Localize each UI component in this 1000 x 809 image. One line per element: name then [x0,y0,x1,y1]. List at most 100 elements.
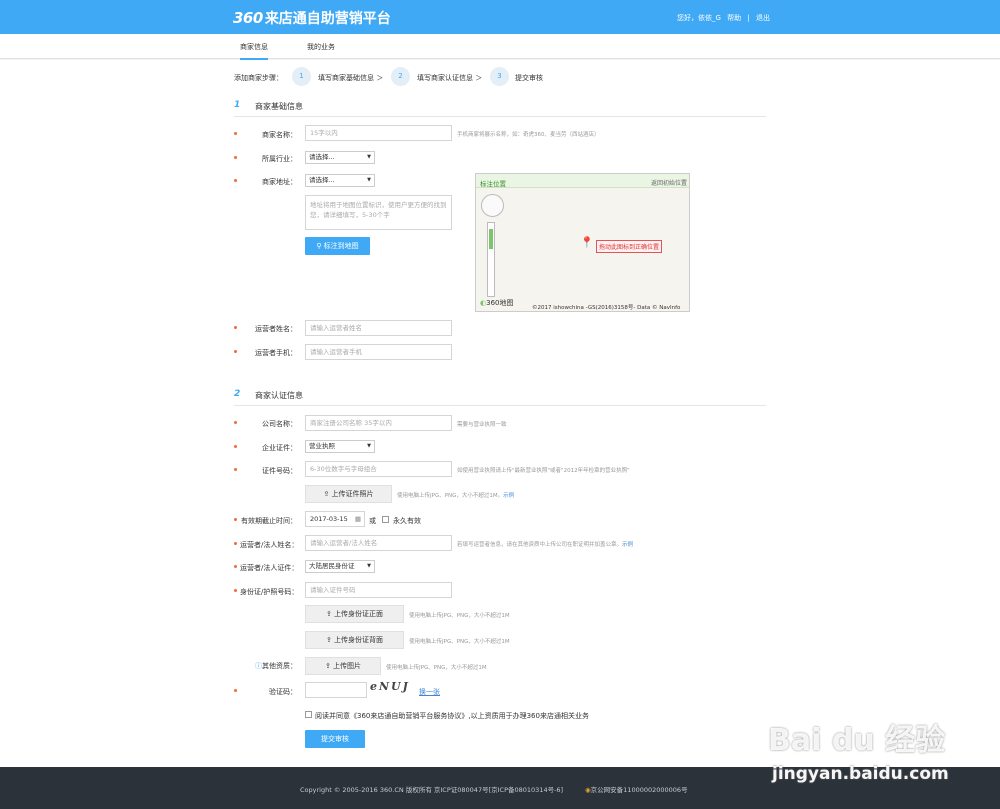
logo-360: 360 [233,9,263,27]
map-zoom-level [489,229,493,249]
address-detail-textarea[interactable]: 地址将用于地图位置标识，使用户更方便的找到您，请详细填写，5-30个字 [305,195,452,230]
chevron-down-icon: ▼ [367,563,371,569]
operator-phone-label: 运营者手机： [255,349,297,357]
map-zoom-slider[interactable] [487,222,495,297]
section-2-divider [234,405,766,406]
upload-icon: ⇪ [323,490,332,498]
required-dot [234,445,237,448]
merchant-name-label: 商家名称： [262,131,297,139]
step-2-circle: 2 [391,67,410,86]
legal-example-link[interactable]: 示例 [622,542,633,548]
cert-type-select[interactable]: 营业执照 ▼ [305,440,375,453]
cert-number-hint: 如使用营业执照请上传"最新营业执照"或者"2012年年检章的营业执照" [457,468,630,474]
merchant-name-hint: 手机商家将展示名称，如：奇虎360、麦当劳（西站酒店） [457,132,600,138]
merchant-name-input[interactable]: 15字以内 [305,125,452,141]
cert-number-label: 证件号码： [262,467,297,475]
industry-select[interactable]: 请选择... ▼ [305,151,375,164]
app-logo[interactable]: 360 来店通自助营销平台 [233,8,391,28]
captcha-input[interactable] [305,682,367,698]
section-2-number: 2 [234,389,241,399]
expiry-date-input[interactable]: 2017-03-15 ▦ [305,511,365,527]
user-bar: 您好，依依_G 帮助 | 退出 [677,13,774,23]
cert-example-link[interactable]: 示例 [503,493,514,499]
required-dot [234,421,237,424]
section-1-title: 商家基础信息 [255,102,303,111]
legal-cert-label: 运营者/法人证件： [240,564,299,572]
step-1-circle: 1 [292,67,311,86]
forever-label: 永久有效 [393,517,421,525]
step-3-label: 提交审核 [515,74,543,82]
required-dot [234,518,237,521]
cert-number-input[interactable]: 6-30位数字与字母组合 [305,461,452,477]
map-pan-control[interactable] [481,194,504,217]
calendar-icon[interactable]: ▦ [355,512,361,526]
tab-merchant-info[interactable]: 商家信息 [240,42,268,60]
legal-name-hint-text: 若填写运营者信息，请在其他资质中上传公司在职证明并加盖公章。 [457,542,623,548]
upload-id-back-label: 上传身份证背面 [334,636,384,644]
map-logo: ◐360地图 [480,298,513,308]
footer-police-text: 京公网安备11000002000006号 [590,786,688,794]
industry-value: 请选择... [309,153,335,161]
cert-type-value: 营业执照 [309,442,335,450]
legal-name-hint: 若填写运营者信息，请在其他资质中上传公司在职证明并加盖公章。示例 [457,540,633,548]
id-number-input[interactable]: 请输入证件号码 [305,582,452,598]
required-dot [234,156,237,159]
required-dot [234,542,237,545]
section-2-title: 商家认证信息 [255,391,303,400]
upload-other-hint: 使用电脑上传JPG、PNG，大小不超过1M [386,665,487,671]
other-qualification-label: ⓘ其他资质： [250,661,297,671]
upload-id-back-button[interactable]: ⇪ 上传身份证背面 [305,631,404,649]
upload-cert-button[interactable]: ⇪ 上传证件照片 [305,485,392,503]
captcha-refresh-link[interactable]: 换一张 [419,687,440,697]
operator-name-input[interactable]: 请输入运营者姓名 [305,320,452,336]
legal-name-input[interactable]: 请输入运营者/法人姓名 [305,535,452,551]
steps-label: 添加商家步骤： [234,74,283,82]
help-link[interactable]: 帮助 [727,14,741,22]
operator-phone-input[interactable]: 请输入运营者手机 [305,344,452,360]
map-pin-icon[interactable]: 📍 [580,236,594,249]
user-greeting[interactable]: 您好，依依_G [677,14,721,22]
step-3-circle: 3 [490,67,509,86]
top-header: 360 来店通自助营销平台 您好，依依_G 帮助 | 退出 [0,0,1000,34]
map-logo-text: 360地图 [486,299,514,307]
map-widget[interactable]: 标注位置 返回初始位置 📍 拖动此图标到正确位置 ◐360地图 ©2017 is… [475,173,690,312]
tab-my-business[interactable]: 我的业务 [307,42,335,52]
address-label: 商家地址： [262,178,297,186]
footer-police: ◉京公网安备11000002000006号 [585,784,688,794]
forever-checkbox[interactable] [382,516,389,523]
upload-cert-label: 上传证件照片 [331,490,374,498]
upload-other-button[interactable]: ⇪ 上传图片 [305,657,381,675]
id-number-label: 身份证/护照号码： [240,588,299,596]
other-qualification-text: 其他资质： [262,662,297,670]
company-name-input[interactable]: 商家注册公司名称 35字以内 [305,415,452,431]
footer-copyright: Copyright © 2005-2016 360.CN 版权所有 京ICP证0… [300,786,564,794]
address-select[interactable]: 请选择... ▼ [305,174,375,187]
map-header: 标注位置 返回初始位置 [476,174,689,188]
required-dot [234,468,237,471]
upload-icon: ⇪ [325,610,335,618]
chevron-down-icon: ▼ [367,443,371,449]
section-1-number: 1 [234,100,241,110]
baidu-watermark-url: jingyan.baidu.com [772,764,949,784]
map-copyright: ©2017 ishowchina -GS(2016)3158号- Data © … [532,305,681,311]
industry-label: 所属行业： [262,155,297,163]
chevron-down-icon: ▼ [367,177,371,183]
required-dot [234,689,237,692]
step-2-label: 填写商家认证信息 ＞ [417,74,483,82]
logo-title: 来店通自助营销平台 [264,11,391,27]
legal-cert-value: 大陆居民身份证 [309,562,355,570]
logout-link[interactable]: 退出 [756,14,770,22]
required-dot [234,565,237,568]
mark-on-map-button[interactable]: ⚲ 标注到地图 [305,237,370,255]
required-dot [234,132,237,135]
agree-checkbox[interactable] [305,711,312,718]
mark-on-map-label: 标注到地图 [323,242,359,250]
agree-text: 阅读并同意《360来店通自助营销平台服务协议》,以上资质用于办理360来店通相关… [315,712,589,720]
company-name-label: 公司名称： [262,420,297,428]
help-icon[interactable]: ⓘ [255,662,262,670]
upload-id-front-button[interactable]: ⇪ 上传身份证正面 [305,605,404,623]
captcha-label: 验证码： [269,688,297,696]
legal-cert-select[interactable]: 大陆居民身份证 ▼ [305,560,375,573]
submit-button[interactable]: 提交审核 [305,730,365,748]
map-reset-link[interactable]: 返回初始位置 [651,178,687,187]
